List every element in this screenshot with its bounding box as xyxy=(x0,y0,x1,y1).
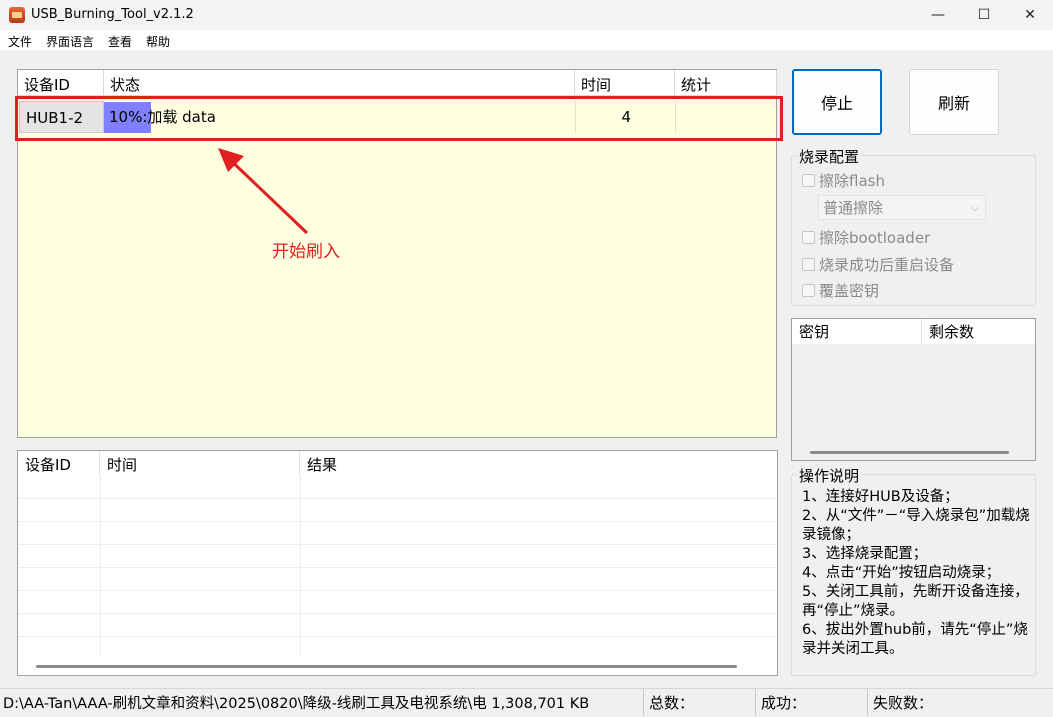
checkbox-box xyxy=(802,174,815,187)
window-title: USB_Burning_Tool_v2.1.2 xyxy=(31,7,194,22)
instruction-line: 1、连接好HUB及设备； xyxy=(802,489,959,505)
key-list[interactable]: 密钥 剩余数 xyxy=(791,318,1036,461)
annotation-highlight-box xyxy=(15,96,783,141)
menu-view[interactable]: 查看 xyxy=(108,33,132,50)
erase-flash-label: 擦除flash xyxy=(819,172,885,190)
status-fail: 失败数： xyxy=(873,694,934,712)
status-separator xyxy=(867,689,868,715)
log-row-line xyxy=(18,498,777,499)
overwrite-key-label: 覆盖密钥 xyxy=(819,282,880,300)
key-column-remaining[interactable]: 剩余数 xyxy=(922,319,1035,344)
status-total: 总数： xyxy=(649,694,695,712)
instruction-line: 2、从“文件”－“导入烧录包”加载烧录镜像； xyxy=(802,508,1030,543)
status-path: D:\AA-Tan\AAA-刷机文章和资料\2025\0820\降级-线刷工具及… xyxy=(3,696,590,712)
reboot-after-checkbox[interactable]: 烧录成功后重启设备 xyxy=(802,254,954,275)
column-stat[interactable]: 统计 xyxy=(675,70,777,96)
stop-button[interactable]: 停止 xyxy=(792,69,882,135)
log-column-time[interactable]: 时间 xyxy=(100,451,300,476)
checkbox-box xyxy=(802,258,815,271)
log-row-line xyxy=(18,636,777,637)
menu-help[interactable]: 帮助 xyxy=(146,33,170,50)
checkbox-box xyxy=(802,284,815,297)
log-row-line xyxy=(18,613,777,614)
log-row-line xyxy=(18,567,777,568)
column-device-id[interactable]: 设备ID xyxy=(18,70,104,96)
log-column-result[interactable]: 结果 xyxy=(300,451,777,476)
instruction-line: 4、点击“开始”按钮启动烧录； xyxy=(802,565,1001,581)
log-list[interactable]: 设备ID 时间 结果 xyxy=(17,450,778,676)
status-separator xyxy=(755,689,756,715)
log-row-line xyxy=(18,590,777,591)
column-status[interactable]: 状态 xyxy=(104,70,575,96)
key-list-scrollbar[interactable] xyxy=(810,451,1009,454)
log-divider xyxy=(100,476,101,656)
burn-config-title: 烧录配置 xyxy=(797,146,862,167)
annotation-text: 开始刷入 xyxy=(272,242,340,262)
instruction-line: 3、选择烧录配置； xyxy=(802,546,928,562)
menu-language[interactable]: 界面语言 xyxy=(46,33,94,50)
erase-bootloader-checkbox[interactable]: 擦除bootloader xyxy=(802,227,930,248)
erase-mode-value: 普通擦除 xyxy=(823,199,884,217)
chevron-down-icon: ⌵ xyxy=(970,201,979,214)
instructions-title: 操作说明 xyxy=(797,465,862,486)
minimize-button[interactable]: — xyxy=(915,0,961,30)
key-list-header: 密钥 剩余数 xyxy=(792,319,1035,344)
status-success: 成功： xyxy=(761,694,807,712)
instruction-line: 6、拔出外置hub前，请先“停止”烧录并关闭工具。 xyxy=(802,622,1028,657)
log-row-line xyxy=(18,521,777,522)
status-separator xyxy=(643,689,644,715)
log-row-line xyxy=(18,544,777,545)
overwrite-key-checkbox[interactable]: 覆盖密钥 xyxy=(802,280,879,301)
erase-mode-select[interactable]: 普通擦除 ⌵ xyxy=(818,195,986,220)
log-column-device-id[interactable]: 设备ID xyxy=(18,451,100,476)
erase-flash-checkbox[interactable]: 擦除flash xyxy=(802,170,885,191)
log-divider xyxy=(300,476,301,656)
instructions-text: 1、连接好HUB及设备； 2、从“文件”－“导入烧录包”加载烧录镜像； 3、选择… xyxy=(802,488,1034,659)
maximize-button[interactable]: ☐ xyxy=(961,0,1007,30)
menu-file[interactable]: 文件 xyxy=(8,33,32,50)
column-time[interactable]: 时间 xyxy=(575,70,675,96)
app-icon xyxy=(9,7,25,23)
refresh-button[interactable]: 刷新 xyxy=(909,69,999,135)
erase-bootloader-label: 擦除bootloader xyxy=(819,229,931,247)
annotation-arrow xyxy=(218,148,309,235)
reboot-after-label: 烧录成功后重启设备 xyxy=(819,256,955,274)
instruction-line: 5、关闭工具前，先断开设备连接，再“停止”烧录。 xyxy=(802,584,1029,619)
close-button[interactable]: ✕ xyxy=(1007,0,1053,30)
log-scroll-thumb[interactable] xyxy=(36,665,737,668)
key-column-key[interactable]: 密钥 xyxy=(792,319,922,344)
checkbox-box xyxy=(802,231,815,244)
